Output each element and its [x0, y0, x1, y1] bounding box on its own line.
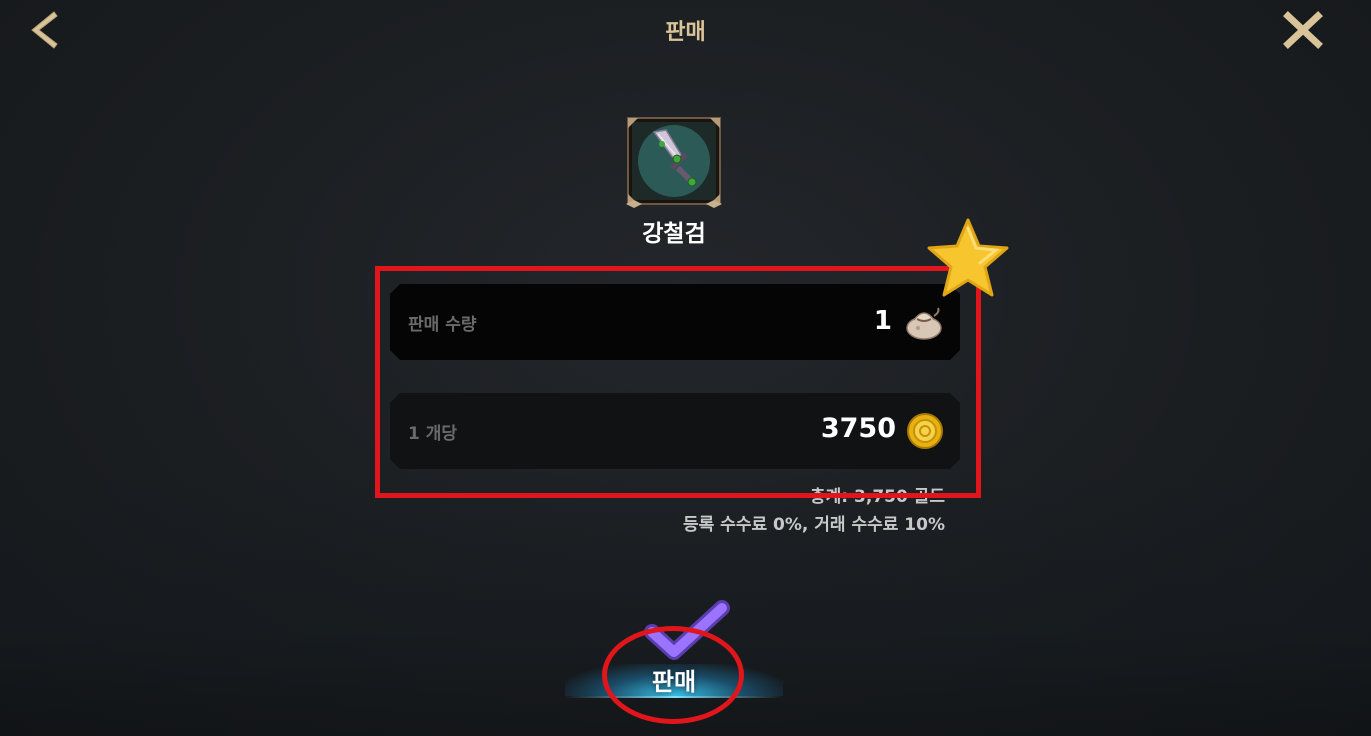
item-icon-frame	[626, 116, 722, 208]
close-button[interactable]	[1282, 10, 1324, 50]
star-icon	[927, 218, 1009, 297]
unit-price-label: 1 개당	[408, 424, 458, 444]
fee-info-text: 등록 수수료 0%, 거래 수수료 10%	[682, 515, 945, 535]
item-name: 강철검	[642, 221, 706, 247]
sword-icon	[626, 117, 722, 208]
sell-quantity-value: 1	[873, 306, 892, 336]
sell-button-label: 판매	[651, 668, 697, 696]
close-icon	[1283, 11, 1323, 49]
page-title: 판매	[665, 20, 706, 45]
unit-price-value: 3750	[820, 413, 896, 444]
pouch-icon	[906, 307, 942, 340]
sell-quantity-panel[interactable]: 판매 수량 1	[390, 284, 960, 360]
check-icon	[644, 600, 730, 660]
unit-price-panel[interactable]: 1 개당 3750	[390, 393, 960, 469]
total-gold-text: 총계: 3,750 골드	[810, 487, 945, 507]
sell-quantity-label: 판매 수량	[408, 315, 477, 335]
gold-coin-icon	[907, 413, 943, 449]
